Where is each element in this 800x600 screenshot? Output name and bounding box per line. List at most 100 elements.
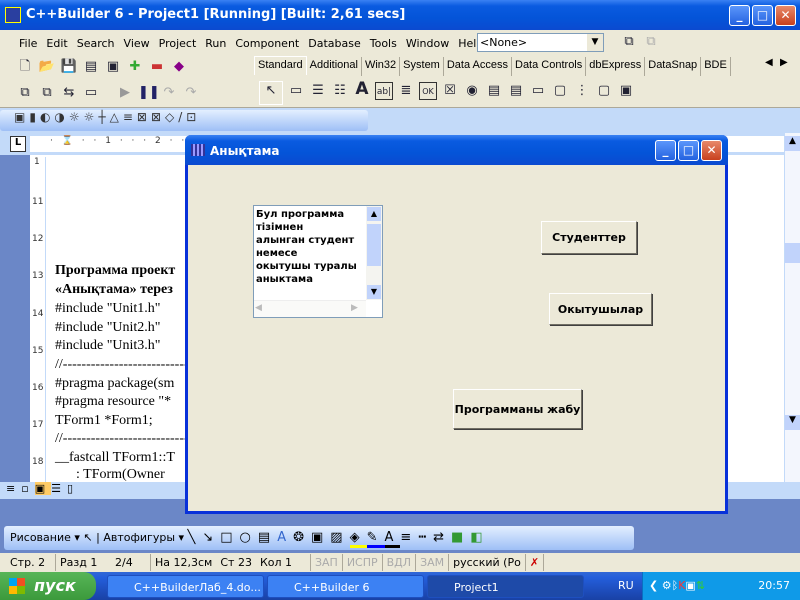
list-item[interactable]: аныктама xyxy=(256,273,380,286)
scrollbar-icon[interactable]: ▭ xyxy=(529,82,547,100)
web-view-icon[interactable]: ▫ xyxy=(21,482,34,495)
palette-scroll-right-icon[interactable]: ▶ xyxy=(780,57,788,68)
add-file-icon[interactable]: ✚ xyxy=(126,58,144,76)
edit-icon[interactable]: ab| xyxy=(375,82,393,100)
save-icon[interactable]: 💾 xyxy=(60,58,78,76)
autoshapes-menu[interactable]: Автофигуры xyxy=(103,531,175,544)
menu-database[interactable]: Database xyxy=(308,37,361,50)
pause-icon[interactable]: ❚❚ xyxy=(138,84,160,102)
scroll-down-icon[interactable]: ▼ xyxy=(785,415,800,430)
help-icon[interactable]: ◆ xyxy=(170,58,188,76)
listbox-icon[interactable]: ▤ xyxy=(485,82,503,100)
palette-scroll-left-icon[interactable]: ◀ xyxy=(765,57,773,68)
tab-data-access[interactable]: Data Access xyxy=(444,57,512,76)
print-view-icon[interactable]: ▣ xyxy=(34,482,52,495)
scroll-right-icon[interactable]: ▶ xyxy=(351,302,365,316)
line-icon[interactable]: ╲ xyxy=(188,530,203,545)
list-item[interactable]: тізімнен xyxy=(256,221,380,234)
actionlist-icon[interactable]: ▣ xyxy=(617,82,635,100)
normal-view-icon[interactable]: ≡ xyxy=(6,482,21,495)
new-icon[interactable]: 🗋 xyxy=(16,58,34,76)
scroll-left-icon[interactable]: ◀ xyxy=(255,302,269,316)
status-ovr[interactable]: ЗАМ xyxy=(416,554,450,571)
radiogroup-icon[interactable]: ⋮ xyxy=(573,82,591,100)
arrow-style-icon[interactable]: ⇄ xyxy=(433,530,451,545)
menu-view[interactable]: View xyxy=(124,37,150,50)
dialog-close-button[interactable]: ✕ xyxy=(701,140,722,161)
draw-menu[interactable]: Рисование xyxy=(10,531,71,544)
scroll-thumb[interactable] xyxy=(785,243,800,263)
tab-data-controls[interactable]: Data Controls xyxy=(512,57,587,76)
pointer-icon[interactable]: ↖ xyxy=(259,81,283,105)
close-program-button[interactable]: Программаны жабу xyxy=(453,389,582,429)
tab-win32[interactable]: Win32 xyxy=(362,57,401,76)
arrow-icon[interactable]: ↘ xyxy=(202,530,220,545)
picture-icon[interactable]: ▨ xyxy=(330,530,349,545)
minimize-button[interactable]: _ xyxy=(729,5,750,26)
tab-bde[interactable]: BDE xyxy=(701,57,731,76)
taskbar-item-cppbuilder[interactable]: C++Builder 6 xyxy=(267,575,424,598)
list-item[interactable]: немесе xyxy=(256,247,380,260)
new-form-icon[interactable]: ▭ xyxy=(82,84,100,102)
view-form-icon[interactable]: ⧉ xyxy=(38,84,56,102)
info-listbox[interactable]: Бул программа тізімнен алынган студент н… xyxy=(253,205,383,318)
status-ext[interactable]: ВДЛ xyxy=(383,554,417,571)
tab-standard[interactable]: Standard xyxy=(254,56,307,75)
taskbar-item-project1[interactable]: Project1 xyxy=(427,575,584,598)
listbox-horizontal-scrollbar[interactable]: ◀ ▶ xyxy=(254,300,366,317)
list-item[interactable]: алынган студент xyxy=(256,234,380,247)
list-item[interactable]: окытушы туралы xyxy=(256,260,380,273)
menu-file[interactable]: File xyxy=(19,37,37,50)
clipart-icon[interactable]: ▣ xyxy=(311,530,330,545)
remove-file-icon[interactable]: ▬ xyxy=(148,58,166,76)
teachers-button[interactable]: Окытушылар xyxy=(549,293,652,325)
diagram-icon[interactable]: ❂ xyxy=(293,530,311,545)
tab-datasnap[interactable]: DataSnap xyxy=(645,57,702,76)
taskbar-item-word[interactable]: C++BuilderЛаб_4.do... xyxy=(107,575,264,598)
dialog-maximize-button[interactable]: □ xyxy=(678,140,699,161)
start-button[interactable]: пуск xyxy=(0,572,96,600)
wordart-icon[interactable]: A xyxy=(277,530,293,545)
language-indicator[interactable]: RU xyxy=(618,579,634,592)
vertical-scrollbar[interactable]: ▲ ▼ xyxy=(784,133,800,485)
scroll-up-icon[interactable]: ▲ xyxy=(785,136,800,151)
tray-expand-icon[interactable]: ❮ xyxy=(649,579,658,592)
shadow-icon[interactable]: ■ xyxy=(451,530,470,545)
label-icon[interactable]: A xyxy=(353,80,371,98)
network-icon[interactable]: ⚙ xyxy=(662,579,672,592)
view-unit-icon[interactable]: ⧉ xyxy=(16,84,34,102)
select-objects-icon[interactable]: ↖ xyxy=(83,531,92,544)
rectangle-icon[interactable]: □ xyxy=(220,530,239,545)
font-color-icon[interactable]: A xyxy=(384,530,401,548)
list-item[interactable]: Бул программа xyxy=(256,208,380,221)
outline-view-icon[interactable]: ☰ xyxy=(51,482,67,495)
menu-component[interactable]: Component xyxy=(235,37,299,50)
tab-selector[interactable]: L xyxy=(10,136,26,152)
combobox-icon[interactable]: ▤ xyxy=(507,82,525,100)
textbox-icon[interactable]: ▤ xyxy=(258,530,277,545)
tab-dbexpress[interactable]: dbExpress xyxy=(586,57,646,76)
tray-app-icon[interactable]: ▣ xyxy=(685,579,695,592)
maximize-button[interactable]: □ xyxy=(752,5,773,26)
menu-search[interactable]: Search xyxy=(77,37,115,50)
fill-color-icon[interactable]: ◈ xyxy=(349,530,367,548)
menu-run[interactable]: Run xyxy=(205,37,226,50)
open-project-icon[interactable]: ▣ xyxy=(104,58,122,76)
students-button[interactable]: Студенттер xyxy=(541,221,637,254)
line-color-icon[interactable]: ✎ xyxy=(366,530,385,548)
run-icon[interactable]: ▶ xyxy=(116,84,134,102)
scroll-down-icon[interactable]: ▼ xyxy=(367,285,381,299)
update-icon[interactable]: ⇅ xyxy=(696,579,705,592)
toggle-form-unit-icon[interactable]: ⇆ xyxy=(60,84,78,102)
oval-icon[interactable]: ○ xyxy=(240,530,258,545)
frames-icon[interactable]: ▭ xyxy=(287,82,305,100)
menu-edit[interactable]: Edit xyxy=(46,37,67,50)
dash-style-icon[interactable]: ┅ xyxy=(418,530,433,545)
window-list-icon[interactable]: ⧉ xyxy=(620,33,638,51)
close-button[interactable]: ✕ xyxy=(775,5,796,26)
menu-project[interactable]: Project xyxy=(159,37,197,50)
save-all-icon[interactable]: ▤ xyxy=(82,58,100,76)
open-icon[interactable]: 📂 xyxy=(38,58,56,76)
reading-view-icon[interactable]: ▯ xyxy=(67,482,79,495)
listbox-vertical-scrollbar[interactable]: ▲ ▼ xyxy=(366,206,382,300)
